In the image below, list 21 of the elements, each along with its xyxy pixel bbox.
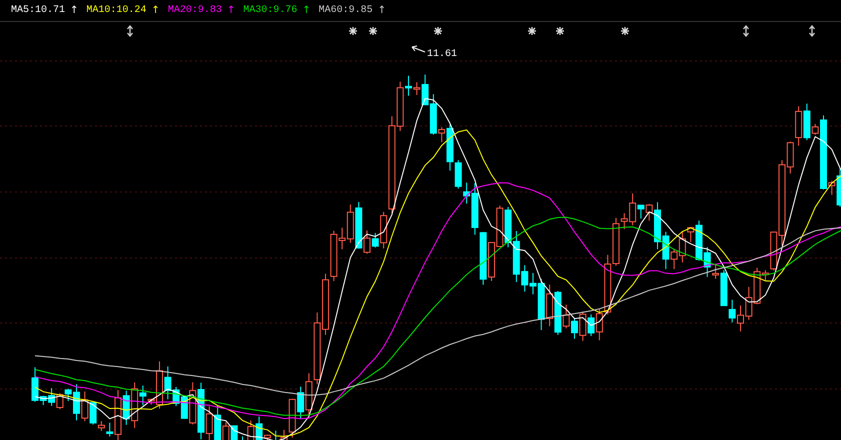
asterisk-icon — [369, 27, 377, 35]
up-down-arrow-icon — [742, 24, 750, 38]
trend-arrow: ↑ — [151, 5, 160, 16]
up-down-arrow-icon — [808, 24, 816, 38]
trend-arrow: ↑ — [70, 5, 78, 16]
asterisk-icon — [528, 27, 536, 35]
moving-average-value: MA30:9.76 — [243, 5, 298, 16]
up-down-arrow-icon — [126, 24, 134, 38]
moving-average-value: MA60:9.85 — [318, 5, 373, 16]
moving-average-value: MA5:10.71 — [11, 5, 66, 16]
asterisk-icon — [434, 27, 442, 35]
asterisk-icon — [556, 27, 564, 35]
moving-average-value: MA10:10.24 — [86, 5, 146, 16]
asterisk-icon — [349, 27, 357, 35]
pointer-arrow-icon — [412, 46, 426, 52]
moving-average-value: MA20:9.83 — [168, 5, 222, 16]
trend-arrow: ↑ — [302, 5, 311, 16]
trend-arrow: ↑ — [378, 5, 386, 16]
high-price-label: 11.61 — [427, 49, 458, 60]
asterisk-icon — [621, 27, 629, 35]
trend-arrow: ↑ — [226, 5, 236, 16]
